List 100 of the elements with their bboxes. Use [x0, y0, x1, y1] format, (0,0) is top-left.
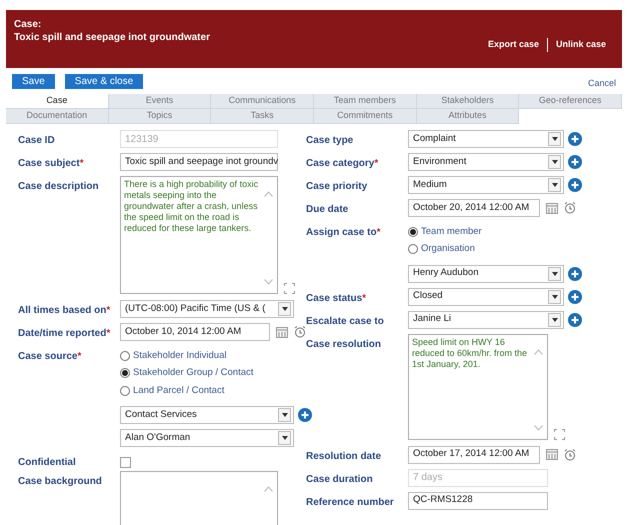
- caret-icon: [282, 436, 288, 440]
- required-mark: *: [374, 157, 378, 171]
- dropdown-button[interactable]: [548, 178, 561, 192]
- tab[interactable]: Team members: [314, 94, 417, 109]
- header-link[interactable]: Unlink case: [546, 38, 614, 52]
- radio-label: Organisation: [421, 242, 475, 256]
- field-label: Case ID: [18, 134, 55, 148]
- field-label: Case type: [306, 134, 354, 148]
- header-link[interactable]: Export case: [480, 38, 547, 52]
- caret-icon: [552, 183, 558, 187]
- radio-button[interactable]: [408, 227, 418, 238]
- required-mark: *: [362, 292, 366, 306]
- date-field[interactable]: October 20, 2014 12:00 AM: [408, 199, 540, 217]
- dropdown-button[interactable]: [548, 155, 561, 169]
- dropdown-button[interactable]: [548, 132, 561, 146]
- dropdown-button[interactable]: [548, 290, 561, 304]
- radio-button[interactable]: [120, 351, 130, 362]
- date-field[interactable]: October 10, 2014 12:00 AM: [120, 323, 270, 341]
- field-label: Case duration: [306, 472, 373, 486]
- field-label: Case status: [306, 292, 362, 306]
- field-label: Assign case to: [306, 226, 377, 240]
- add-icon[interactable]: [568, 312, 582, 326]
- caret-icon: [552, 272, 558, 276]
- clock-icon[interactable]: [564, 448, 576, 460]
- toolbar-button[interactable]: Save: [12, 74, 55, 88]
- text-field[interactable]: QC-RMS1228: [408, 492, 548, 510]
- radio-button[interactable]: [408, 244, 418, 254]
- calendar-icon[interactable]: [276, 326, 288, 338]
- select-field[interactable]: Environment: [408, 153, 564, 171]
- add-icon[interactable]: [568, 290, 582, 304]
- required-mark: *: [376, 226, 380, 240]
- select-field[interactable]: Complaint: [408, 130, 564, 148]
- select-field[interactable]: Medium: [408, 176, 564, 194]
- add-icon[interactable]: [568, 266, 582, 280]
- date-field[interactable]: October 17, 2014 12:00 AM: [408, 446, 540, 464]
- select-field[interactable]: Alan O'Gorman: [120, 428, 294, 447]
- field-label: Case source: [18, 350, 78, 364]
- tab[interactable]: Tasks: [211, 109, 314, 124]
- field-label: Case subject: [18, 157, 80, 171]
- tab[interactable]: Attributes: [416, 109, 520, 124]
- text-field[interactable]: Toxic spill and seepage inot groundv: [120, 153, 278, 171]
- radio-label: Stakeholder Group / Contact: [133, 366, 254, 380]
- dropdown-button[interactable]: [278, 408, 291, 422]
- field-label: Due date: [306, 203, 348, 217]
- field-label: Case background: [18, 474, 102, 489]
- checkbox[interactable]: [120, 456, 131, 468]
- toolbar-button[interactable]: Save & close: [64, 74, 144, 88]
- radio-button[interactable]: [120, 386, 130, 396]
- cancel-link[interactable]: Cancel: [588, 77, 616, 91]
- dropdown-button[interactable]: [548, 266, 561, 280]
- tab[interactable]: Stakeholders: [416, 94, 520, 109]
- clock-icon[interactable]: [564, 202, 576, 214]
- tab[interactable]: Events: [108, 94, 212, 109]
- required-mark: *: [106, 304, 110, 318]
- required-mark: *: [80, 157, 84, 171]
- dropdown-button[interactable]: [278, 302, 291, 316]
- add-icon[interactable]: [568, 132, 582, 146]
- field-label: Escalate case to: [306, 314, 384, 328]
- dropdown-button[interactable]: [548, 312, 561, 326]
- text-area-value: There is a high probability of toxic metals seeping into the groundwater after a crash, unless the speed limit on the road is reduced for these large tankers.: [124, 179, 258, 233]
- radio-label: Team member: [421, 225, 482, 239]
- expand-icon[interactable]: [554, 428, 565, 440]
- tab[interactable]: Topics: [108, 109, 212, 124]
- radio-label: Stakeholder Individual: [133, 349, 226, 363]
- tab[interactable]: Documentation: [6, 109, 109, 124]
- caret-icon: [282, 412, 288, 417]
- select-field[interactable]: Janine Li: [408, 310, 564, 328]
- radio-label: Land Parcel / Contact: [133, 384, 224, 398]
- expand-icon[interactable]: [284, 283, 295, 294]
- select-field[interactable]: (UTC-08:00) Pacific Time (US & (: [120, 300, 294, 318]
- tab[interactable]: Geo-references: [519, 94, 622, 109]
- calendar-icon[interactable]: [546, 202, 558, 214]
- select-field[interactable]: Closed: [408, 288, 564, 306]
- add-icon[interactable]: [298, 408, 312, 422]
- dropdown-button[interactable]: [278, 430, 291, 445]
- tab[interactable]: Communications: [211, 94, 314, 109]
- caret-icon: [552, 294, 558, 298]
- readonly-field: 7 days: [408, 468, 548, 486]
- caret-icon: [552, 160, 558, 164]
- readonly-field: 123139: [120, 130, 278, 148]
- field-label: Confidential: [18, 456, 76, 470]
- clock-icon[interactable]: [294, 326, 306, 338]
- required-mark: *: [106, 327, 110, 341]
- select-field[interactable]: Contact Services: [120, 406, 294, 424]
- required-mark: *: [77, 350, 82, 364]
- add-icon[interactable]: [568, 155, 582, 169]
- text-area-value: Speed limit on HWY 16 reduced to 60km/hr. from the 1st January, 201.: [412, 336, 528, 368]
- select-field[interactable]: Henry Audubon: [408, 264, 564, 282]
- tab[interactable]: Case: [6, 94, 109, 109]
- field-label: Case category: [306, 157, 374, 171]
- caret-icon: [552, 137, 558, 141]
- field-label: Resolution date: [306, 450, 382, 464]
- field-label: Case description: [18, 180, 99, 194]
- caret-icon: [282, 307, 288, 311]
- radio-button[interactable]: [120, 368, 130, 378]
- field-label: Date/time reported: [18, 327, 106, 341]
- add-icon[interactable]: [568, 178, 582, 192]
- tab[interactable]: Commitments: [314, 109, 417, 124]
- field-label: All times based on: [18, 304, 106, 318]
- field-label: Case resolution: [306, 338, 382, 352]
